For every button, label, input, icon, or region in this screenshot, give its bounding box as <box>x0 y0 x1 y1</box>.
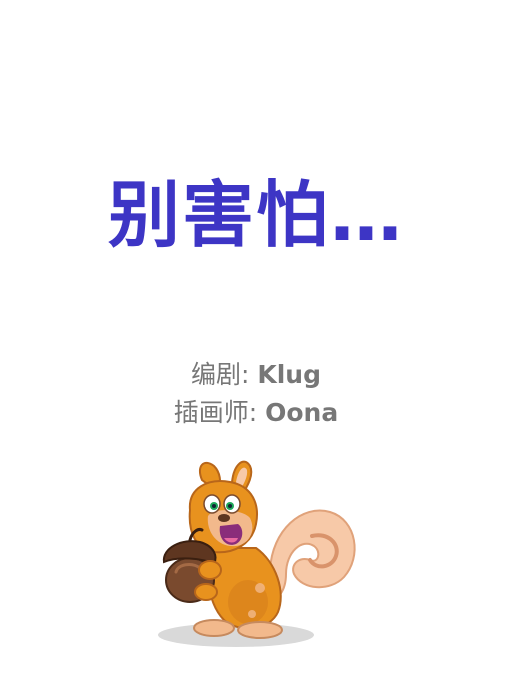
paw-shape <box>198 560 222 580</box>
foot-shape <box>237 621 283 639</box>
credit-role: 插画师: <box>173 398 266 427</box>
credit-illustrator: 插画师: Oona <box>0 394 512 432</box>
tail-shape <box>269 509 356 600</box>
credit-name: Klug <box>257 360 321 389</box>
credits: 编剧: Klug 插画师: Oona <box>0 356 512 432</box>
foot-shape <box>193 619 235 637</box>
credit-name: Oona <box>265 398 339 427</box>
credit-writer: 编剧: Klug <box>0 356 512 394</box>
credit-role: 编剧: <box>190 360 258 389</box>
book-cover: 别害怕… 编剧: Klug 插画师: Oona <box>0 0 512 700</box>
squirrel-holding-acorn-icon <box>158 460 356 647</box>
book-title: 别害怕… <box>107 173 404 257</box>
paw-shape <box>194 583 218 601</box>
